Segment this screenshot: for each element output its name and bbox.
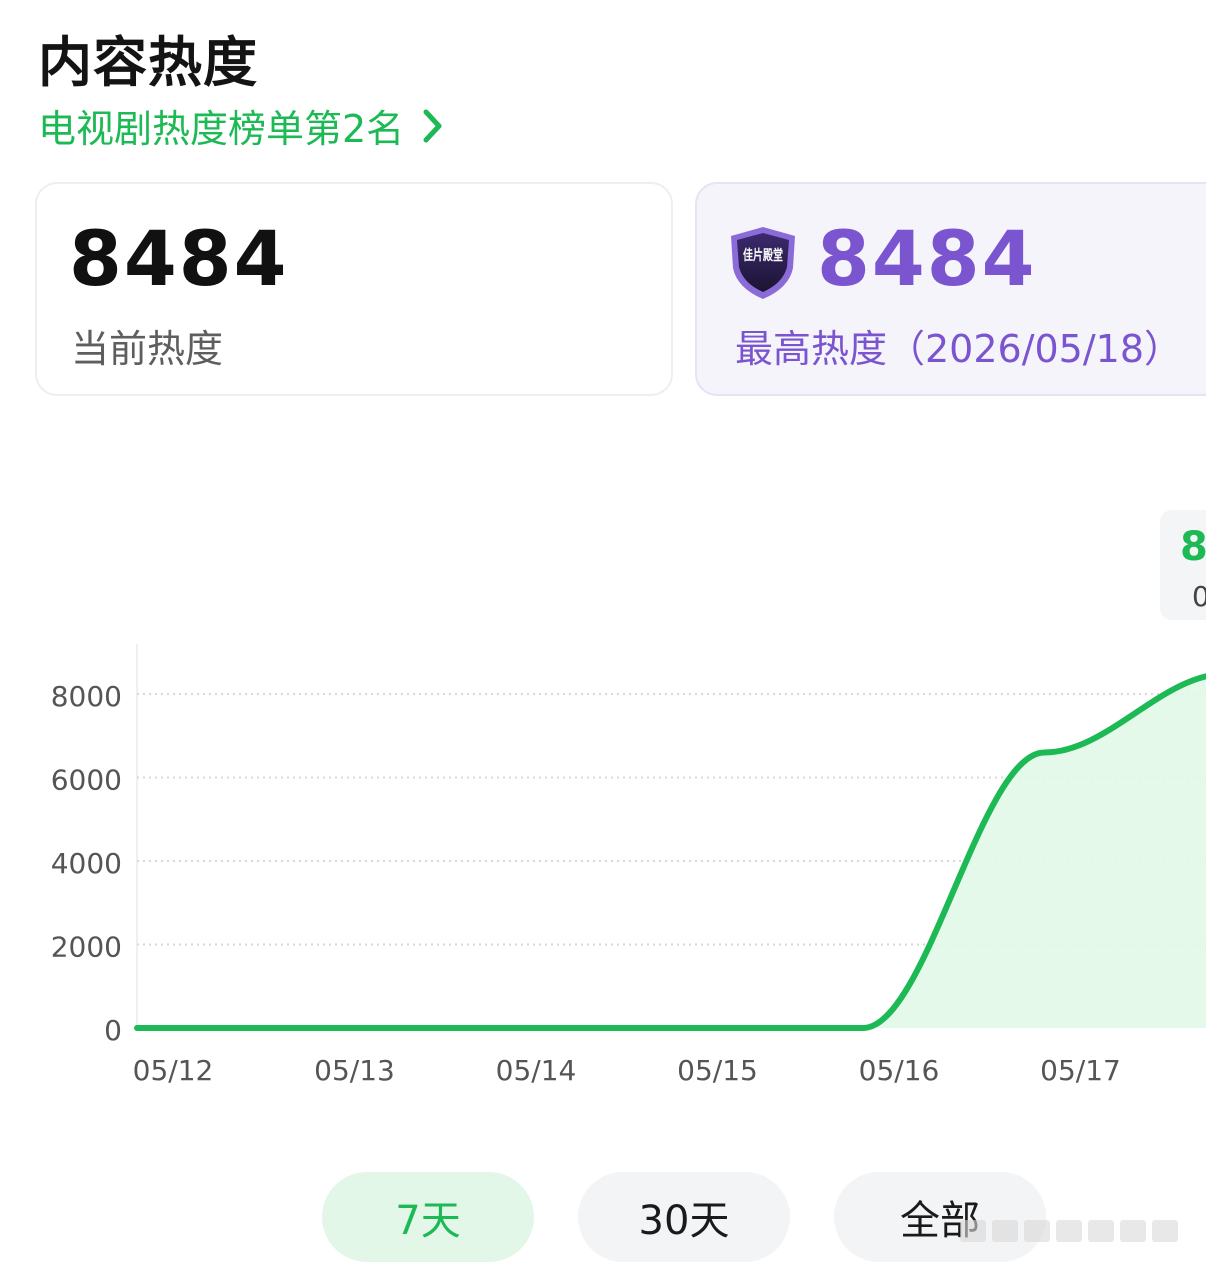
x-tick-label: 05/15 [677,1054,758,1087]
rank-link[interactable]: 电视剧热度榜单第2名 [38,98,444,153]
y-tick-label: 0 [104,1014,122,1047]
heat-trend-chart: 0 2000 4000 6000 8000 05/12 05/13 05/14 05/15 05/… [51,644,1206,1087]
peak-heat-value: 8484 [817,214,1037,303]
page-title: 内容热度 [38,31,258,94]
peak-heat-label: 最高热度（2026/05/18） [735,327,1183,371]
peak-heat-card: 佳片殿堂 8484 最高热度（2026/05/18） [695,182,1206,396]
chart-tooltip: 8 0 [1160,510,1206,620]
current-heat-label: 当前热度 [71,327,224,371]
x-tick-label: 05/17 [1040,1054,1121,1087]
current-heat-card: 8484 当前热度 [35,182,673,396]
watermark [960,1208,1196,1254]
y-tick-label: 6000 [51,764,122,797]
tooltip-value: 8 [1180,524,1206,570]
tooltip-date: 0 [1192,580,1206,613]
y-tick-label: 8000 [51,680,122,713]
shield-badge-icon: 佳片殿堂 [731,227,795,299]
rank-text: 电视剧热度榜单第2名 [38,107,405,151]
badge-text: 佳片殿堂 [743,247,783,264]
y-tick-label: 2000 [51,931,122,964]
x-tick-label: 05/14 [496,1054,577,1087]
area-fill [137,676,1206,1028]
x-tick-label: 05/13 [314,1054,395,1087]
current-heat-value: 8484 [69,214,289,303]
x-tick-label: 05/16 [859,1054,940,1087]
tab-7-days[interactable]: 7天 [322,1172,534,1262]
y-tick-label: 4000 [51,847,122,880]
x-tick-label: 05/12 [133,1054,214,1087]
tab-30-days[interactable]: 30天 [578,1172,790,1262]
chevron-right-icon [423,109,442,142]
